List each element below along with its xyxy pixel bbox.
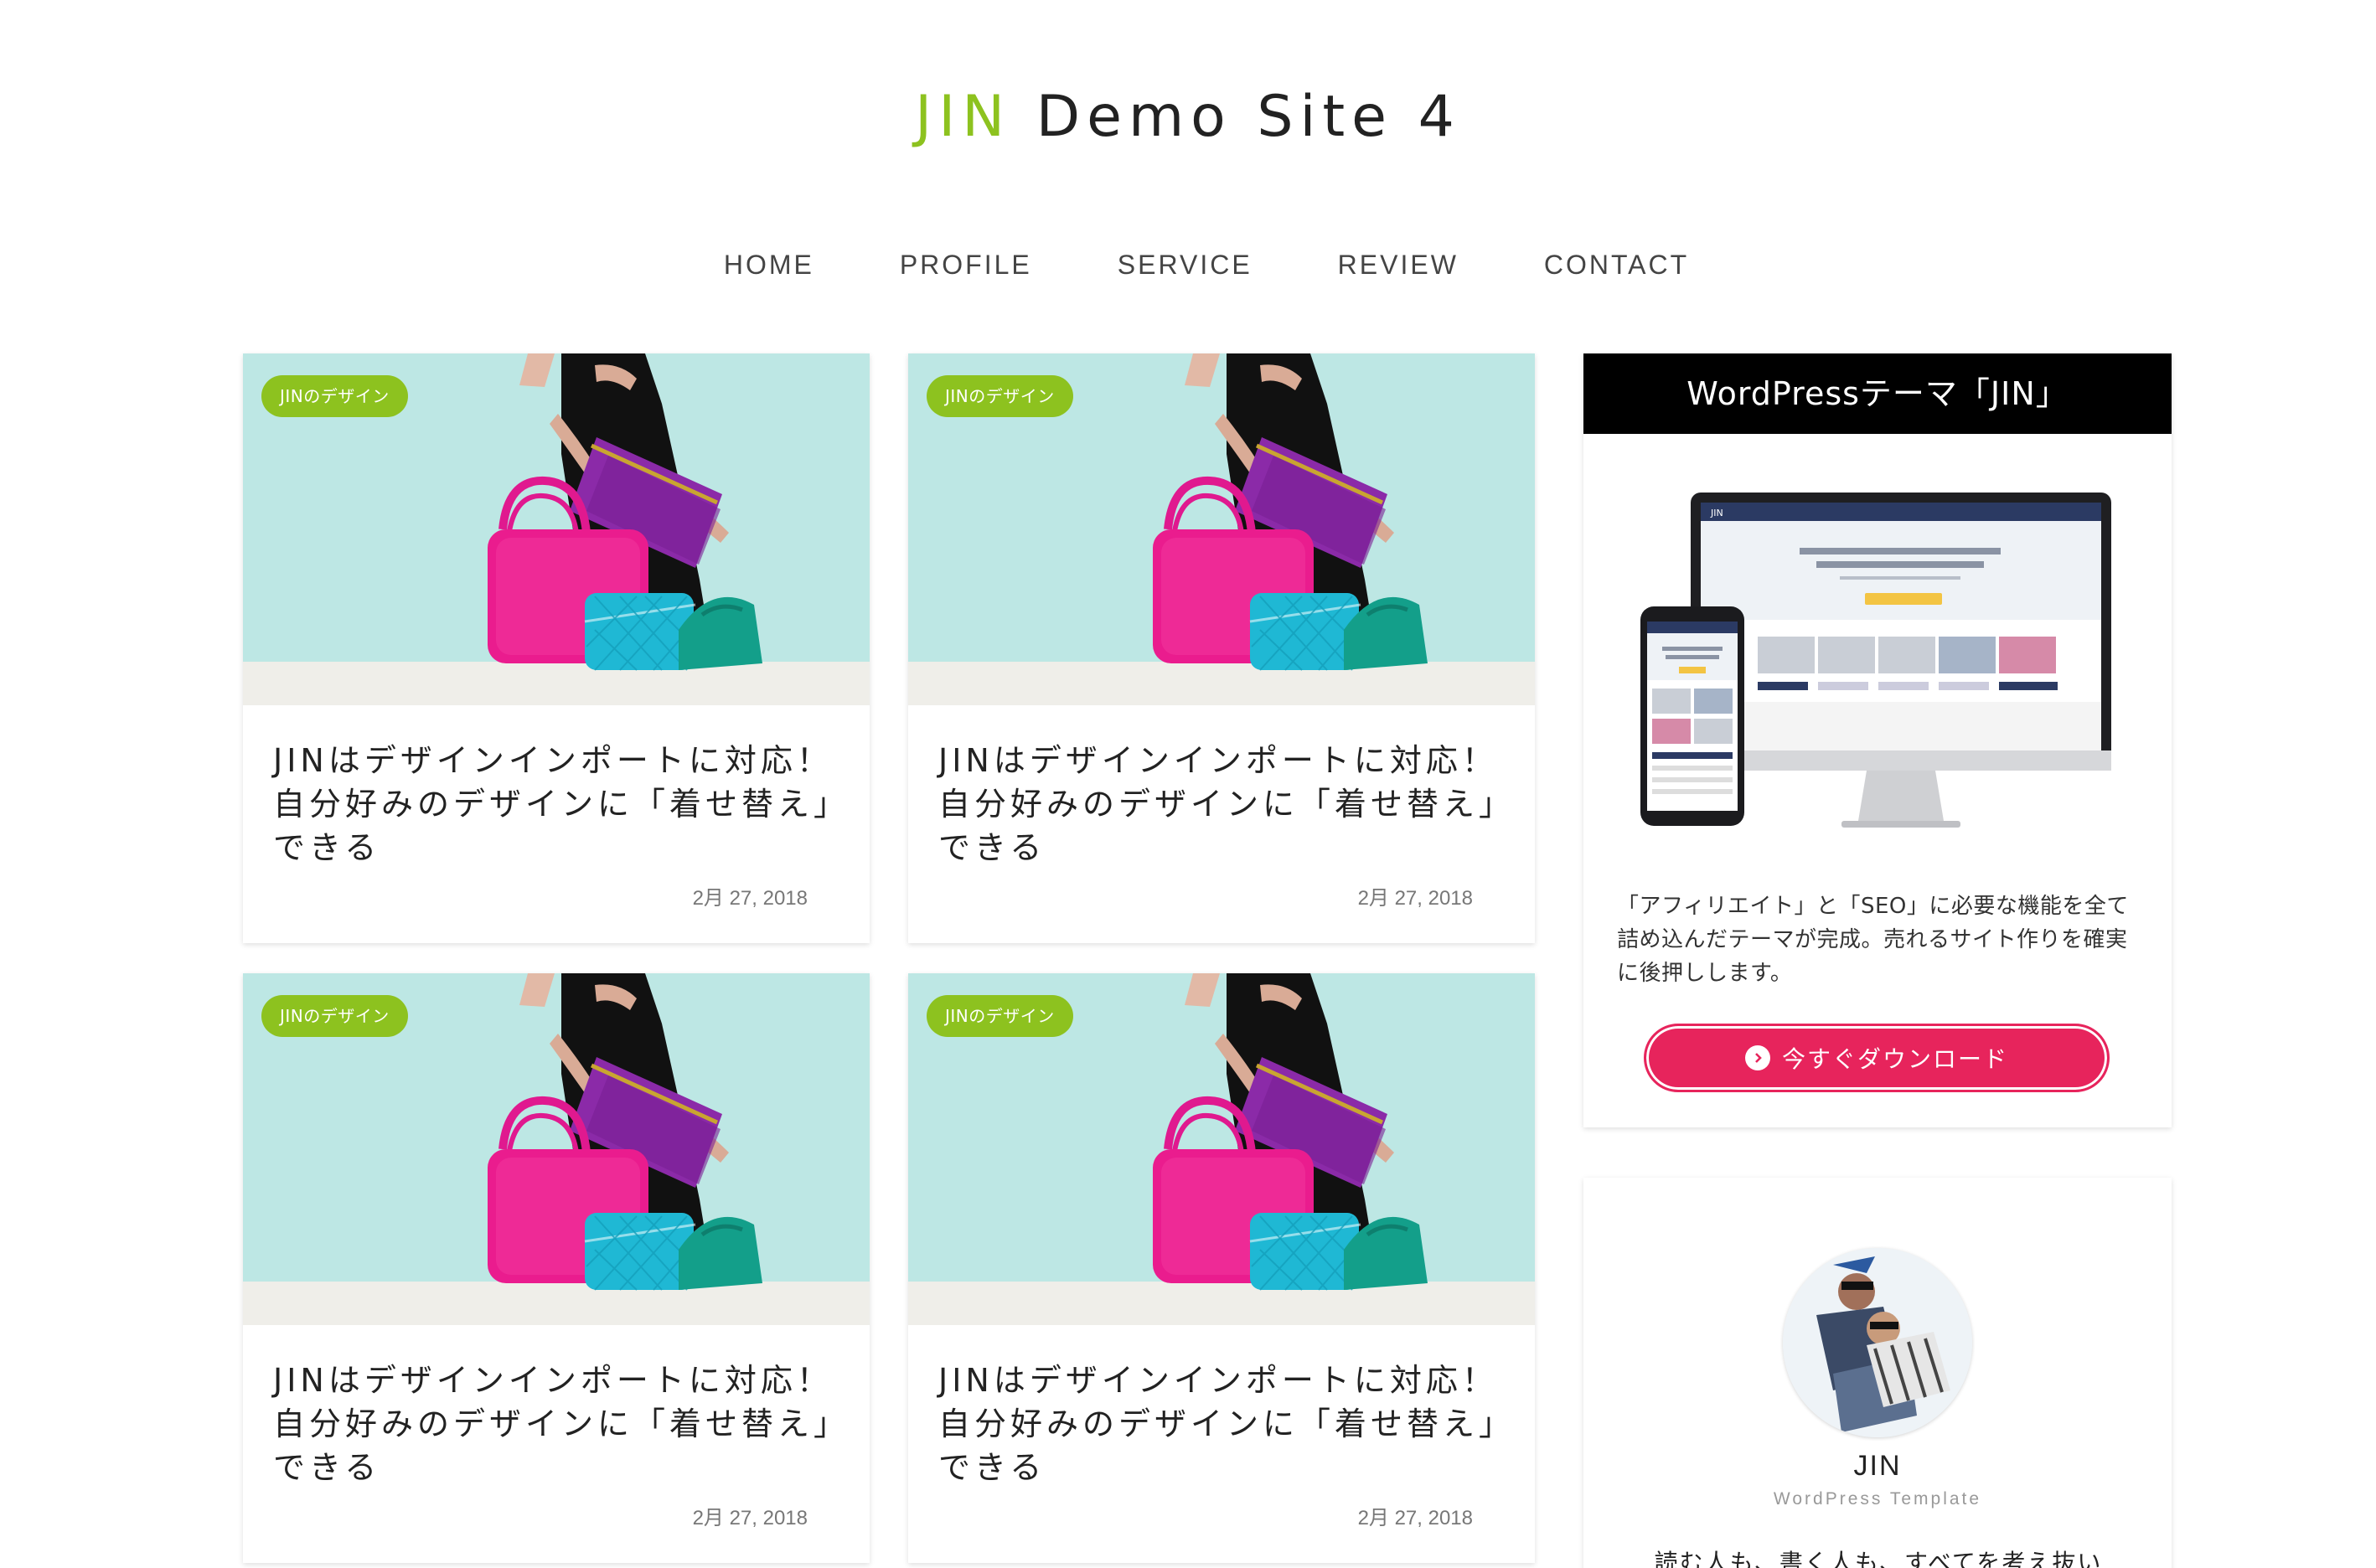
global-nav: HOME PROFILE SERVICE REVIEW CONTACT: [0, 245, 2376, 285]
post-date: 2月 27, 2018: [1357, 1507, 1473, 1529]
chevron-right-circle-icon: [1744, 1045, 1770, 1070]
theme-description: 「アフィリエイト」と「SEO」に必要な機能を全て詰め込んだテーマが完成。売れるサ…: [1617, 894, 2129, 986]
category-badge[interactable]: JINのデザイン: [927, 375, 1073, 417]
site-title[interactable]: JIN Demo Site 4: [0, 77, 2376, 157]
site-title-accent: JIN: [915, 84, 1012, 150]
post-date: 2月 27, 2018: [692, 1507, 808, 1529]
download-button-label: 今すぐダウンロード: [1781, 1045, 2008, 1073]
nav-home[interactable]: HOME: [724, 245, 814, 285]
post-card[interactable]: JINのデザイン JINはデザインインポートに対応！自分好みのデザインに「着せ替…: [908, 353, 1535, 943]
avatar: [1783, 1248, 1972, 1437]
category-badge[interactable]: JINのデザイン: [927, 995, 1073, 1037]
nav-contact[interactable]: CONTACT: [1544, 245, 1689, 285]
nav-profile[interactable]: PROFILE: [900, 245, 1032, 285]
nav-service[interactable]: SERVICE: [1118, 245, 1253, 285]
post-card[interactable]: JINのデザイン JINはデザインインポートに対応！自分好みのデザインに「着せ替…: [243, 353, 870, 943]
nav-review[interactable]: REVIEW: [1338, 245, 1459, 285]
download-button[interactable]: 今すぐダウンロード: [1644, 1024, 2110, 1092]
widget-heading: WordPressテーマ「JIN」: [1583, 353, 2172, 434]
post-date: 2月 27, 2018: [1357, 887, 1473, 910]
post-title[interactable]: JINはデザインインポートに対応！自分好みのデザインに「着せ替え」できる: [273, 739, 843, 869]
category-badge[interactable]: JINのデザイン: [261, 375, 408, 417]
profile-bio: 読む人も、書く人も、すべてを考え抜いた: [1654, 1549, 2103, 1568]
post-title[interactable]: JINはデザインインポートに対応！自分好みのデザインに「着せ替え」できる: [938, 1359, 1508, 1489]
post-card[interactable]: JINのデザイン JINはデザインインポートに対応！自分好みのデザインに「着せ替…: [908, 973, 1535, 1563]
category-badge[interactable]: JINのデザイン: [261, 995, 408, 1037]
profile-role: WordPress Template: [1773, 1489, 1982, 1509]
site-title-rest: Demo Site 4: [1011, 84, 1461, 150]
post-card[interactable]: JINのデザイン JINはデザインインポートに対応！自分好みのデザインに「着せ替…: [243, 973, 870, 1563]
theme-widget: WordPressテーマ「JIN」 JIN 「アフィリエイト」と「SEO」に必要…: [1583, 353, 2172, 1127]
post-title[interactable]: JINはデザインインポートに対応！自分好みのデザインに「着せ替え」できる: [273, 1359, 843, 1489]
profile-widget: JIN WordPress Template 読む人も、書く人も、すべてを考え抜…: [1583, 1178, 2172, 1568]
profile-name: JIN: [1853, 1450, 1902, 1482]
device-mockup-image: JIN: [1640, 493, 2111, 828]
post-title[interactable]: JINはデザインインポートに対応！自分好みのデザインに「着せ替え」できる: [938, 739, 1508, 869]
mockup-logo-text: JIN: [1710, 508, 1723, 518]
post-date: 2月 27, 2018: [692, 887, 808, 910]
